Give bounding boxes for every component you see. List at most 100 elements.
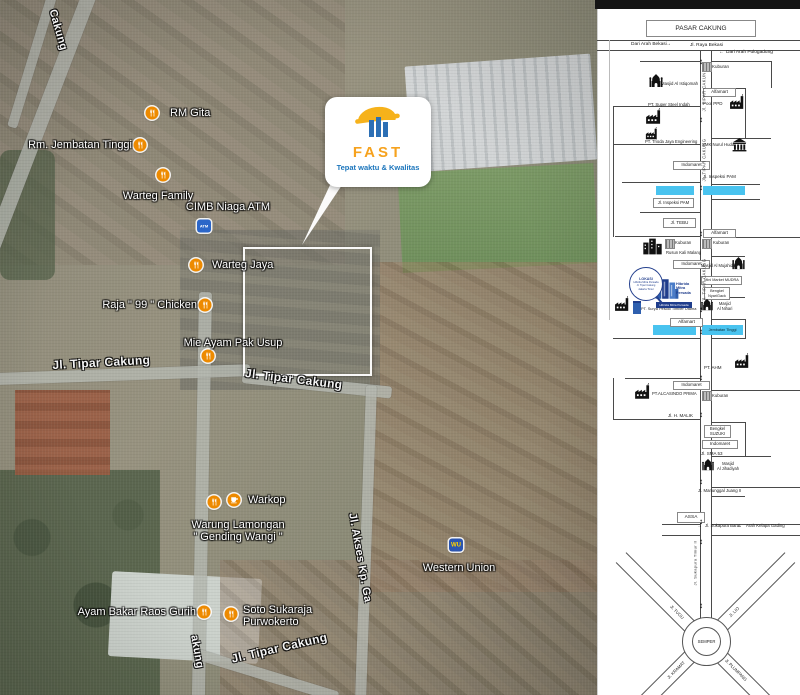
sketch-road-line [622,182,700,183]
sketch-road-line [711,422,745,423]
fast-callout[interactable]: FAST Tepat waktu & Kwalitas [325,97,431,187]
direction-arrow: ↕ [699,602,703,610]
sketch-road-line [662,535,700,536]
factory-icon [634,383,652,401]
rusun-icon [642,236,663,257]
sketch-road-line [711,390,800,391]
direction-arrow: → [737,524,742,529]
food-poi-icon[interactable] [190,259,203,272]
poi-label-mie-ayam-pak-usup[interactable]: Mie Ayam Pak Usup [184,337,283,349]
direction-arrow: ↕ [699,538,703,546]
sketch-road-line [613,419,700,420]
poi-label-western-union[interactable]: Western Union [423,562,496,574]
sketch-road-line [640,61,700,62]
sketch-road-line [711,199,760,200]
food-poi-icon[interactable] [225,608,238,621]
western-union-icon[interactable]: WU [449,539,463,552]
poi-label-warkop[interactable]: Warkop [248,494,286,506]
sketch-label: Masjid Al Istiqomah [661,82,698,87]
fast-logo-icon [346,103,410,143]
poi-label-warung-lamongan[interactable]: Warung Lamongan " Gending Wangi " [191,519,284,543]
direction-arrow: ↕ [699,306,703,314]
roundabout-label: SEMPER [698,639,716,644]
sketch-road-line [640,212,700,213]
sketch-box-label: PASAR CAKUNG [646,20,756,37]
sketch-label: PT.ALCASINDO PRIMA [652,392,697,397]
top-dark-strip [595,0,800,9]
sketch-label: Kuburan [713,241,729,246]
lokasi-line: Jakarta Timur [638,288,654,291]
sketch-label: PT. AHM [704,365,722,370]
sketch-road-line [625,378,700,379]
river-bar [703,186,745,195]
callout-pointer [296,183,344,249]
sketch-box-label: Alfamart [670,318,703,327]
sketch-road-line [711,319,745,320]
direction-arrow: ↕ [699,328,703,336]
poi-label-ayam-bakar-raos-gurih[interactable]: Ayam Bakar Raos Gurih [78,606,196,618]
food-poi-icon[interactable] [157,169,170,182]
sketch-label: SMK Nurul Huda [702,143,734,148]
food-poi-icon[interactable] [199,299,212,312]
sketch-road-line [711,50,712,622]
sketch-label: Rusun Kali Malang [666,251,701,256]
river-bar: Jembatan Tinggi [702,325,743,335]
graveyard-icon [702,62,712,72]
school-icon [731,136,748,153]
direction-arrow: ↕ [699,478,703,486]
direction-arrow: ↕ [699,58,703,66]
hibrida-mitra-persada-label: Hibrida Mitra Persada [676,282,691,295]
sketch-road-line [613,106,614,237]
food-poi-icon[interactable] [208,496,221,509]
factory-icon [645,127,659,141]
food-poi-icon[interactable] [202,350,215,363]
sketch-box-label: Indomaret [673,381,710,390]
graveyard-icon [702,391,712,401]
sketch-road-line [597,40,800,41]
direction-arrow: ← [719,50,724,55]
poi-label-soto-sukaraja[interactable]: Soto Sukaraja Purwokerto [243,604,312,628]
sketch-road-line [711,338,745,339]
sketch-label: Kuburan [712,394,728,399]
sketch-label: Jl. Sukapura Barat [705,524,740,529]
sketch-box-label: Alfamart [703,229,736,238]
river-bar [656,186,694,195]
factory-icon [614,296,631,313]
sketch-road-line [711,61,771,62]
brand-tagline: Tepat waktu & Kwalitas [337,163,420,172]
brand-name: FAST [353,144,403,161]
poi-label-rm-gita[interactable]: RM Gita [170,107,210,119]
sketch-label: Masjid Al Nihari [717,302,732,311]
direction-arrow: ↕ [699,411,703,419]
screenshot: FAST Tepat waktu & Kwalitas Jl. Tipar Ca… [0,0,800,695]
food-poi-icon[interactable] [146,107,159,120]
sketch-road-line [745,422,746,456]
sketch-road-line [613,338,700,339]
roundabout-center: SEMPER [692,627,721,656]
coffee-poi-icon[interactable] [228,494,241,507]
poi-label-cimb-niaga-atm[interactable]: CIMB Niaga ATM [186,201,270,213]
food-poi-icon[interactable] [134,139,147,152]
street-name-vertical: Jl. Sukapura Timur II [693,540,698,585]
direction-arrow: ↕ [699,230,703,238]
poi-label-warteg-jaya[interactable]: Warteg Jaya [212,259,273,271]
mosque-icon [648,73,664,89]
factory-icon [729,94,746,111]
direction-arrow: ↕ [699,374,703,382]
poi-label-rm-jembatan-tinggi[interactable]: Rm. Jembatan Tinggi [28,139,132,151]
direction-arrow: → [666,42,671,47]
cimb-niaga-atm-icon[interactable]: ATM [197,220,211,233]
food-poi-icon[interactable] [198,606,211,619]
graveyard-icon [702,239,712,249]
poi-label-raja-99-chicken[interactable]: Raja " 99 " Chicken [102,299,197,311]
sketch-box-label: Jl. Inspeksi PAM [653,198,694,208]
sketch-road-line [613,378,614,420]
direction-arrow: → [697,524,702,529]
satellite-map[interactable]: FAST Tepat waktu & Kwalitas Jl. Tipar Ca… [0,0,597,695]
poi-label-warteg-family[interactable]: Warteg Family [123,190,194,202]
sketch-box-label: Mini Market MUDRA [701,276,742,285]
sketch-road-line [711,535,800,536]
sketch-road-line [662,524,700,525]
sketch-label: Jl. Manunggal Juang II [698,489,741,494]
sketch-label: Dari Arah Pulogadung [726,50,773,56]
